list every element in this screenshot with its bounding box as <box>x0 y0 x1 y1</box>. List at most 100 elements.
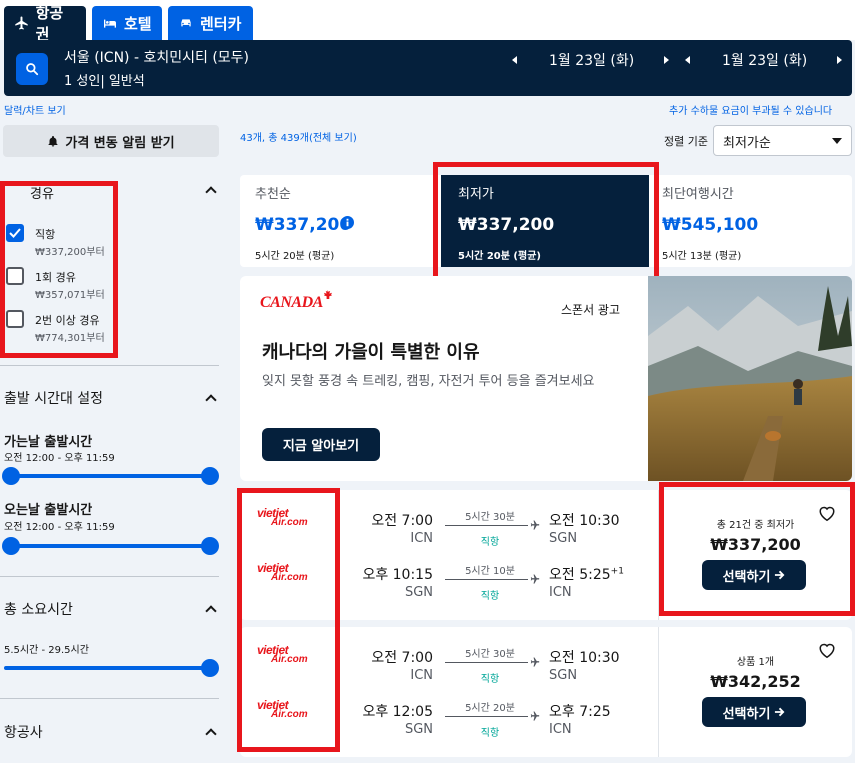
info-icon[interactable] <box>341 216 354 229</box>
sort-tab-price: ₩545,100 <box>662 215 759 235</box>
leg-arr-airport: SGN <box>549 531 578 546</box>
leg-arr-airport: ICN <box>549 585 572 600</box>
leg-stops: 직항 <box>480 591 500 602</box>
plane-icon <box>530 711 540 721</box>
leg-dep-airport: ICN <box>410 668 433 683</box>
passenger-text[interactable]: 1 성인| 일반석 <box>64 70 145 89</box>
duration-range: 5.5시간 - 29.5시간 <box>4 645 89 656</box>
sort-tab-name: 최단여행시간 <box>662 187 734 202</box>
sort-tab-price: ₩337,200 <box>255 215 352 235</box>
bell-icon <box>48 135 58 146</box>
select-button[interactable]: 선택하기 <box>702 697 806 727</box>
airlines-section-title: 항공사 <box>4 725 43 741</box>
tab-label: 호텔 <box>124 14 152 33</box>
leg-line <box>445 662 528 663</box>
leg-line <box>445 525 528 526</box>
sort-label: 정렬 기준 <box>664 135 708 148</box>
return-slider-max-handle[interactable] <box>201 537 219 555</box>
leg-stops: 직항 <box>480 674 500 685</box>
tab-flights[interactable]: 항공권 <box>4 4 86 43</box>
leg-duration: 5시간 30분 <box>465 512 515 523</box>
highlight-box-cheapest <box>433 162 659 281</box>
bed-icon <box>104 19 116 28</box>
results-count-link[interactable]: 43개, 총 439개(전체 보기) <box>240 129 357 144</box>
sort-tab-meta: 5시간 20분 (평균) <box>255 251 335 262</box>
leg-duration: 5시간 10분 <box>465 566 515 577</box>
leg-dep-time: 오전 7:00 <box>371 650 433 666</box>
maple-leaf-icon <box>323 290 332 299</box>
tab-label: 항공권 <box>35 4 64 43</box>
sponsor-label: 스폰서 광고 <box>561 303 621 317</box>
sort-selected: 최저가순 <box>723 136 771 151</box>
prev-date-icon[interactable] <box>512 56 517 64</box>
leg-dep-airport: SGN <box>404 722 433 737</box>
select-button-label: 선택하기 <box>722 706 771 722</box>
route-text[interactable]: 서울 (ICN) - 호치민시티 (모두) <box>64 47 249 67</box>
return-slider-min-handle[interactable] <box>2 537 20 555</box>
sort-tab-best[interactable]: 추천순 ₩337,200 5시간 20분 (평균) <box>240 175 441 267</box>
price: ₩342,252 <box>710 672 801 691</box>
times-section-title: 출발 시간대 설정 <box>4 391 104 407</box>
sort-tab-meta: 5시간 13분 (평균) <box>662 251 742 262</box>
prev-date-icon[interactable] <box>685 56 690 64</box>
ad-landscape-image <box>648 276 852 481</box>
highlight-box-airlines <box>237 488 340 752</box>
leg-arr-airport: ICN <box>549 722 572 737</box>
day-offset: +1 <box>610 566 624 577</box>
sort-tab-name: 추천순 <box>255 187 291 202</box>
next-date-icon[interactable] <box>664 56 670 64</box>
leg-dep-time: 오전 7:00 <box>371 513 433 529</box>
return-date: 1월 23일 (화) <box>722 53 808 69</box>
depart-date: 1월 23일 (화) <box>549 53 635 69</box>
leg-stops: 직항 <box>480 728 500 739</box>
outbound-time-title: 가는날 출발시간 <box>4 435 93 450</box>
return-date-picker[interactable]: 1월 23일 (화) <box>685 50 843 70</box>
return-time-title: 오는날 출발시간 <box>4 503 93 518</box>
sponsored-ad[interactable]: CANADA 스폰서 광고 캐나다의 가을이 특별한 이유 잊지 못할 풍경 속… <box>240 276 852 481</box>
price-alert-button[interactable]: 가격 변동 알림 받기 <box>3 125 219 157</box>
highlight-box-stops <box>0 181 118 358</box>
depart-date-picker[interactable]: 1월 23일 (화) <box>512 50 670 70</box>
leg-dep-airport: ICN <box>410 531 433 546</box>
divider <box>0 698 219 699</box>
leg-arr-time: 오전 10:30 <box>549 650 620 666</box>
search-icon <box>26 63 39 76</box>
duration-slider-track[interactable] <box>4 666 209 670</box>
price-alert-label: 가격 변동 알림 받기 <box>65 135 175 151</box>
highlight-box-price <box>659 482 855 616</box>
leg-arr-time: 오전 10:30 <box>549 513 620 529</box>
leg-arr-time-text: 오전 5:25 <box>549 567 611 583</box>
plane-icon <box>530 520 540 530</box>
ad-body: 잊지 못할 풍경 속 트레킹, 캠핑, 자전거 투어 등을 즐겨보세요 <box>262 374 595 389</box>
return-slider-track[interactable] <box>11 544 209 548</box>
search-button[interactable] <box>16 53 48 85</box>
baggage-fees-link[interactable]: 추가 수하물 요금이 부과될 수 있습니다 <box>669 102 832 117</box>
sort-tab-fastest[interactable]: 최단여행시간 ₩545,100 5시간 13분 (평균) <box>649 175 852 267</box>
ad-cta-button[interactable]: 지금 알아보기 <box>262 428 380 461</box>
leg-arr-time: 오전 5:25+1 <box>549 564 624 584</box>
leg-dep-time: 오후 10:15 <box>362 567 433 583</box>
divider <box>0 365 219 366</box>
tab-car-hire[interactable]: 렌터카 <box>168 6 253 40</box>
next-date-icon[interactable] <box>837 56 843 64</box>
leg-duration: 5시간 20분 <box>465 703 515 714</box>
outbound-slider-max-handle[interactable] <box>201 467 219 485</box>
arrow-right-icon <box>775 707 785 717</box>
leg-stops: 직항 <box>480 537 500 548</box>
outbound-slider-min-handle[interactable] <box>2 467 20 485</box>
card-divider <box>658 627 659 757</box>
collapse-stops-icon[interactable] <box>205 186 217 198</box>
collapse-duration-icon[interactable] <box>205 605 217 617</box>
outbound-slider-track[interactable] <box>11 474 209 478</box>
collapse-times-icon[interactable] <box>205 394 217 406</box>
leg-arr-airport: SGN <box>549 668 578 683</box>
tab-hotels[interactable]: 호텔 <box>92 6 162 40</box>
leg-line <box>445 716 528 717</box>
car-icon <box>181 19 191 27</box>
duration-slider-handle[interactable] <box>201 659 219 677</box>
collapse-airlines-icon[interactable] <box>205 728 217 740</box>
leg-arr-time: 오후 7:25 <box>549 704 611 720</box>
sort-select[interactable]: 최저가순 <box>713 125 852 156</box>
calendar-link[interactable]: 달력/차트 보기 <box>4 102 66 117</box>
return-time-range: 오전 12:00 - 오후 11:59 <box>4 522 115 533</box>
